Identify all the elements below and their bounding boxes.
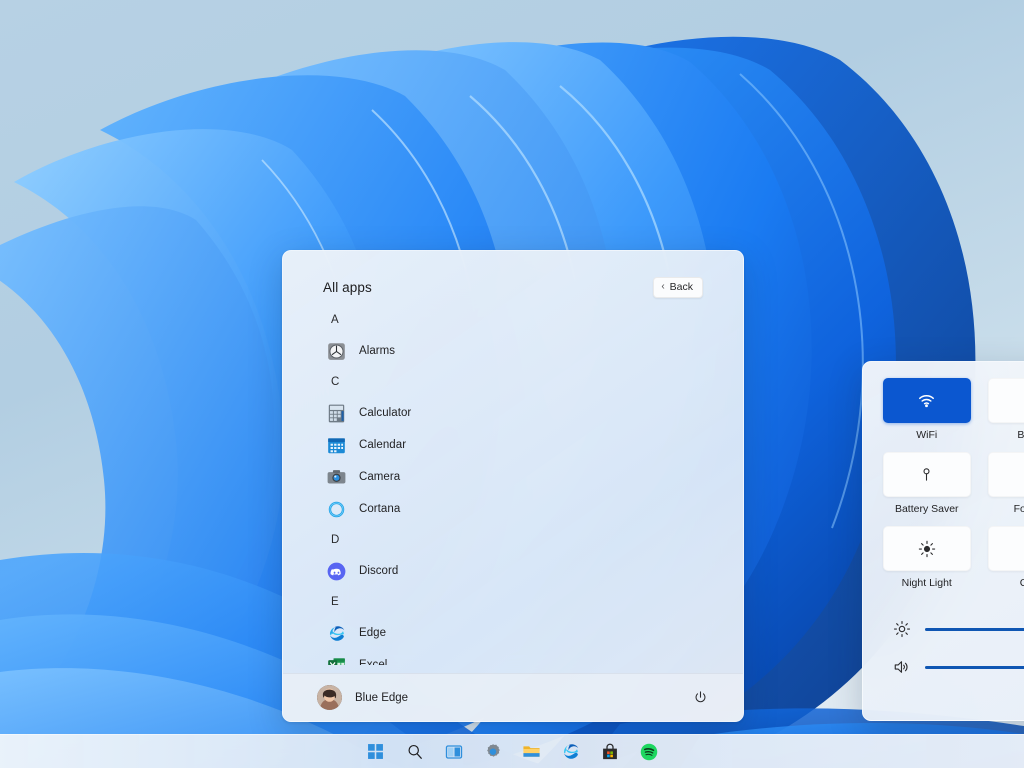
taskbar [0, 734, 1024, 768]
desktop: All apps ‹ Back A [0, 0, 1024, 768]
quick-tile-label: WiFi [916, 429, 937, 441]
app-label: Calculator [359, 407, 411, 419]
volume-icon [893, 658, 911, 676]
quick-settings-grid: WiFi Blueto Battery Saver [881, 378, 1024, 596]
quick-tile-label: Battery Saver [895, 503, 959, 515]
windows-start-icon [367, 743, 384, 760]
app-item-cortana[interactable]: Cortana [323, 493, 703, 525]
avatar [317, 685, 342, 710]
camera-icon [327, 468, 346, 487]
app-item-excel[interactable]: Excel [323, 649, 703, 665]
brightness-icon [893, 620, 911, 638]
cortana-icon [327, 500, 346, 519]
wifi-icon [917, 391, 936, 410]
quick-tile-bluetooth[interactable] [988, 378, 1024, 423]
quick-tile-wifi-wrap: WiFi [881, 378, 973, 448]
alarms-icon [327, 342, 346, 361]
app-label: Discord [359, 565, 398, 577]
edge-icon [327, 624, 346, 643]
excel-icon [327, 656, 346, 666]
taskbar-start-button[interactable] [363, 739, 389, 765]
back-button[interactable]: ‹ Back [653, 277, 703, 298]
quick-tile-night-light-wrap: Night Light [881, 526, 973, 596]
back-button-label: Back [670, 281, 693, 293]
quick-tile-connect-wrap: Conn [987, 526, 1024, 596]
calendar-icon [327, 436, 346, 455]
app-item-edge[interactable]: Edge [323, 617, 703, 649]
power-icon [693, 690, 708, 705]
taskbar-store-button[interactable] [597, 739, 623, 765]
account-button[interactable]: Blue Edge [317, 685, 408, 710]
taskbar-settings-button[interactable] [480, 739, 506, 765]
taskbar-task-view-button[interactable] [441, 739, 467, 765]
taskbar-edge-button[interactable] [558, 739, 584, 765]
app-label: Edge [359, 627, 386, 639]
quick-tile-wifi[interactable] [883, 378, 971, 423]
taskbar-file-explorer-button[interactable] [519, 739, 545, 765]
calculator-icon [327, 404, 346, 423]
taskbar-icon-group [363, 739, 662, 765]
app-label: Excel [359, 659, 387, 665]
quick-tile-battery-saver[interactable] [883, 452, 971, 497]
battery-saver-icon [918, 466, 935, 483]
spotify-icon [640, 743, 658, 761]
store-icon [601, 743, 619, 761]
app-item-calendar[interactable]: Calendar [323, 429, 703, 461]
quick-tile-label: Night Light [902, 577, 952, 589]
account-name: Blue Edge [355, 692, 408, 704]
app-label: Calendar [359, 439, 406, 451]
brightness-slider-row [893, 610, 1024, 648]
discord-icon [327, 562, 346, 581]
app-label: Alarms [359, 345, 395, 357]
letter-heading-c: C [323, 367, 703, 397]
task-view-icon [445, 743, 463, 761]
quick-settings-panel[interactable]: WiFi Blueto Battery Saver [862, 361, 1024, 721]
all-apps-list[interactable]: A Alarms C [323, 305, 703, 665]
quick-tile-label: Conn [1020, 577, 1024, 589]
settings-gear-icon [484, 743, 502, 761]
quick-tile-label: Focus a [1014, 503, 1024, 515]
search-icon [406, 743, 424, 761]
letter-heading-e: E [323, 587, 703, 617]
quick-tile-bluetooth-wrap: Blueto [987, 378, 1024, 448]
quick-tile-label: Blueto [1017, 429, 1024, 441]
letter-heading-d: D [323, 525, 703, 555]
quick-settings-sliders [881, 610, 1024, 686]
edge-icon [561, 742, 580, 761]
app-label: Camera [359, 471, 400, 483]
taskbar-spotify-button[interactable] [636, 739, 662, 765]
night-light-icon [918, 540, 936, 558]
start-menu-account-bar: Blue Edge [283, 673, 743, 721]
quick-tile-connect[interactable] [988, 526, 1024, 571]
start-menu[interactable]: All apps ‹ Back A [282, 250, 744, 722]
letter-heading-a: A [323, 305, 703, 335]
app-item-calculator[interactable]: Calculator [323, 397, 703, 429]
volume-slider-row [893, 648, 1024, 686]
app-item-camera[interactable]: Camera [323, 461, 703, 493]
quick-tile-battery-saver-wrap: Battery Saver [881, 452, 973, 522]
quick-tile-focus-assist-wrap: Focus a [987, 452, 1024, 522]
app-item-discord[interactable]: Discord [323, 555, 703, 587]
chevron-left-icon: ‹ [661, 282, 664, 292]
taskbar-search-button[interactable] [402, 739, 428, 765]
quick-tile-focus-assist[interactable] [988, 452, 1024, 497]
all-apps-title: All apps [323, 280, 372, 295]
brightness-slider[interactable] [925, 628, 1024, 631]
power-button[interactable] [687, 685, 713, 711]
all-apps-header: All apps ‹ Back [323, 251, 703, 301]
quick-tile-night-light[interactable] [883, 526, 971, 571]
app-label: Cortana [359, 503, 400, 515]
app-item-alarms[interactable]: Alarms [323, 335, 703, 367]
volume-slider[interactable] [925, 666, 1024, 669]
file-explorer-icon [522, 742, 541, 761]
start-menu-body: All apps ‹ Back A [283, 251, 743, 673]
